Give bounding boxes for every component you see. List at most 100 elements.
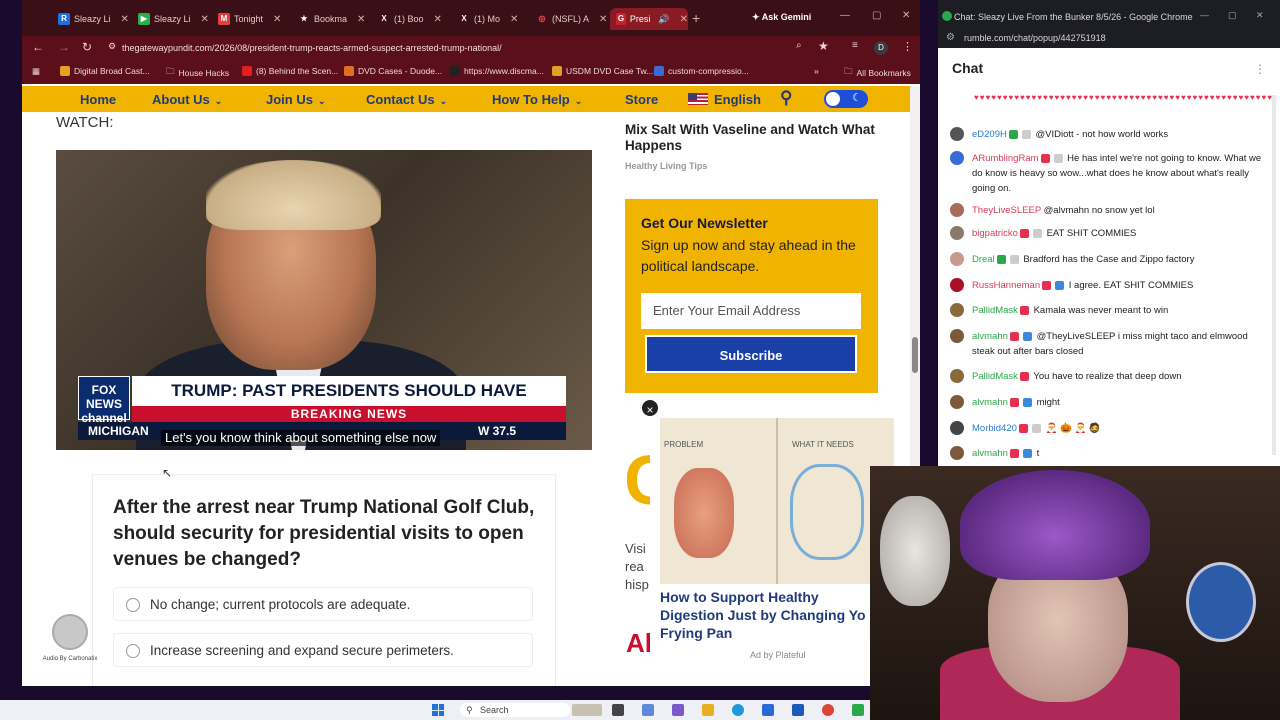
window-close-button[interactable]: ✕	[1256, 10, 1264, 21]
audio-player-widget[interactable]: Audio By Carbonatix	[38, 614, 102, 670]
profile-avatar[interactable]: D	[874, 41, 888, 55]
chat-username[interactable]: RussHanneman	[972, 280, 1040, 291]
nav-how-to-help[interactable]: How To Help ⌄	[492, 92, 582, 107]
tab-2[interactable]: ▶ Sleazy Li ✕	[132, 8, 210, 30]
site-info-icon[interactable]: ⚙	[946, 32, 955, 43]
taskbar-app-icon[interactable]	[672, 704, 684, 716]
close-icon[interactable]: ✕	[680, 14, 688, 25]
chat-menu-icon[interactable]: ⋮	[1254, 62, 1266, 76]
tab-7[interactable]: ◎ (NSFL) A ✕	[530, 8, 608, 30]
chat-scrollbar[interactable]	[1272, 95, 1276, 455]
chat-username[interactable]: bigpatricko	[972, 228, 1018, 239]
sidebar-article-title[interactable]: Mix Salt With Vaseline and Watch What Ha…	[625, 122, 885, 154]
search-icon[interactable]: ⚲	[780, 88, 792, 108]
close-icon[interactable]: ✕	[121, 14, 129, 25]
nav-store[interactable]: Store	[625, 92, 658, 107]
ad-image[interactable]: PROBLEM WHAT IT NEEDS	[660, 418, 894, 584]
poll-option[interactable]: Increase screening and expand secure per…	[113, 633, 533, 667]
extensions-icon[interactable]: ≡	[852, 40, 858, 51]
sponsored-ad[interactable]: PROBLEM WHAT IT NEEDS How to Support Hea…	[650, 416, 894, 678]
new-tab-button[interactable]: +	[692, 10, 700, 26]
close-icon[interactable]: ✕	[357, 14, 365, 25]
back-icon[interactable]: ←	[32, 40, 44, 54]
chat-username[interactable]: PallidMask	[972, 305, 1018, 316]
taskbar-app-icon[interactable]	[792, 704, 804, 716]
poll-option[interactable]: No change; current protocols are adequat…	[113, 587, 533, 621]
apps-icon[interactable]: ▦	[32, 66, 40, 77]
bookmark-favicon	[344, 66, 354, 76]
more-bookmarks-chevron-icon[interactable]: »	[814, 66, 819, 76]
chat-url[interactable]: rumble.com/chat/popup/442751918	[938, 30, 1280, 48]
taskbar-app-icon[interactable]	[642, 704, 654, 716]
maximize-button[interactable]: ▢	[872, 10, 881, 21]
chat-username[interactable]: Morbid420	[972, 423, 1017, 434]
speaker-icon[interactable]: 🔊	[658, 14, 669, 25]
scrollbar-thumb[interactable]	[912, 337, 918, 373]
ask-gemini-button[interactable]: ✦ Ask Gemini	[752, 12, 811, 23]
zoom-icon[interactable]: ⌕	[796, 40, 802, 51]
minimize-button[interactable]: —	[1200, 10, 1209, 20]
nav-about-us[interactable]: About Us ⌄	[152, 92, 222, 107]
close-icon[interactable]: ✕	[273, 14, 281, 25]
language-selector[interactable]: English	[688, 92, 761, 107]
close-icon[interactable]: ✕	[434, 14, 442, 25]
bookmark-item[interactable]: (8) Behind the Scen...	[242, 66, 338, 76]
site-info-icon[interactable]: ⚙	[108, 41, 116, 52]
dark-mode-toggle[interactable]: ☾	[824, 90, 868, 108]
nav-contact-us[interactable]: Contact Us ⌄	[366, 92, 447, 107]
webcam-poster	[1186, 562, 1256, 642]
headphones-icon[interactable]	[52, 614, 88, 650]
email-field[interactable]: Enter Your Email Address	[641, 293, 861, 329]
all-bookmarks-button[interactable]: 🗀 All Bookmarks	[844, 66, 911, 80]
close-icon[interactable]: ✕	[201, 14, 209, 25]
close-icon[interactable]: ✕	[510, 14, 518, 25]
bookmark-folder[interactable]: 🗀 House Hacks	[166, 66, 229, 80]
tab-3[interactable]: M Tonight ✕	[212, 8, 290, 30]
bookmark-item[interactable]: https://www.discma...	[450, 66, 544, 76]
folder-icon[interactable]	[702, 704, 714, 716]
chat-username[interactable]: ARumblingRam	[972, 153, 1039, 164]
taskbar-search[interactable]: ⚲ Search	[460, 703, 570, 717]
reload-icon[interactable]: ↻	[82, 40, 92, 54]
chat-message-text: t	[1036, 448, 1040, 459]
forward-icon[interactable]: →	[58, 40, 70, 54]
taskbar-app-icon[interactable]	[762, 704, 774, 716]
tab-5[interactable]: X (1) Boo ✕	[372, 8, 450, 30]
chat-username[interactable]: alvmahn	[972, 448, 1008, 459]
bookmark-item[interactable]: DVD Cases - Duode...	[344, 66, 442, 76]
tab-6[interactable]: X (1) Mo ✕	[452, 8, 530, 30]
chat-username[interactable]: alvmahn	[972, 397, 1008, 408]
ad-title[interactable]: How to Support Healthy Digestion Just by…	[660, 588, 872, 642]
bookmark-item[interactable]: custom-compressio...	[654, 66, 749, 76]
subscribe-button[interactable]: Subscribe	[645, 335, 857, 373]
radio-button[interactable]	[126, 644, 140, 658]
nav-home[interactable]: Home	[80, 92, 116, 107]
taskbar-widget-icon[interactable]	[572, 704, 602, 716]
close-icon[interactable]: ✕	[599, 14, 607, 25]
bookmark-item[interactable]: USDM DVD Case Tw...	[552, 66, 653, 76]
chat-username[interactable]: eD209H	[972, 129, 1007, 140]
nav-join-us[interactable]: Join Us ⌄	[266, 92, 326, 107]
windows-start-icon[interactable]	[432, 704, 444, 716]
ad-close-button[interactable]: ×	[640, 398, 660, 418]
window-close-button[interactable]: ✕	[902, 10, 910, 21]
chat-username[interactable]: TheyLiveSLEEP	[972, 205, 1041, 216]
edge-icon[interactable]	[732, 704, 744, 716]
tab-1[interactable]: R Sleazy Li ✕	[52, 8, 130, 30]
rumble-icon[interactable]	[852, 704, 864, 716]
video-player[interactable]: FOX NEWS channel TRUMP: PAST PRESIDENTS …	[56, 150, 592, 450]
taskbar-app-icon[interactable]	[612, 704, 624, 716]
menu-icon[interactable]: ⋮	[902, 40, 913, 53]
tab-4[interactable]: ★ Bookma ✕	[292, 8, 370, 30]
radio-button[interactable]	[126, 598, 140, 612]
bookmark-item[interactable]: Digital Broad Cast...	[60, 66, 150, 76]
maximize-button[interactable]: ▢	[1228, 10, 1237, 21]
chat-username[interactable]: alvmahn	[972, 331, 1008, 342]
chat-username[interactable]: Dreal	[972, 254, 995, 265]
tab-8-active[interactable]: G Presi 🔊 ✕	[610, 8, 688, 30]
minimize-button[interactable]: —	[840, 10, 850, 21]
url-field[interactable]: thegatewaypundit.com/2026/08/president-t…	[122, 40, 502, 56]
bookmark-star-icon[interactable]: ★	[818, 39, 829, 53]
chat-username[interactable]: PallidMask	[972, 371, 1018, 382]
chrome-icon[interactable]	[822, 704, 834, 716]
